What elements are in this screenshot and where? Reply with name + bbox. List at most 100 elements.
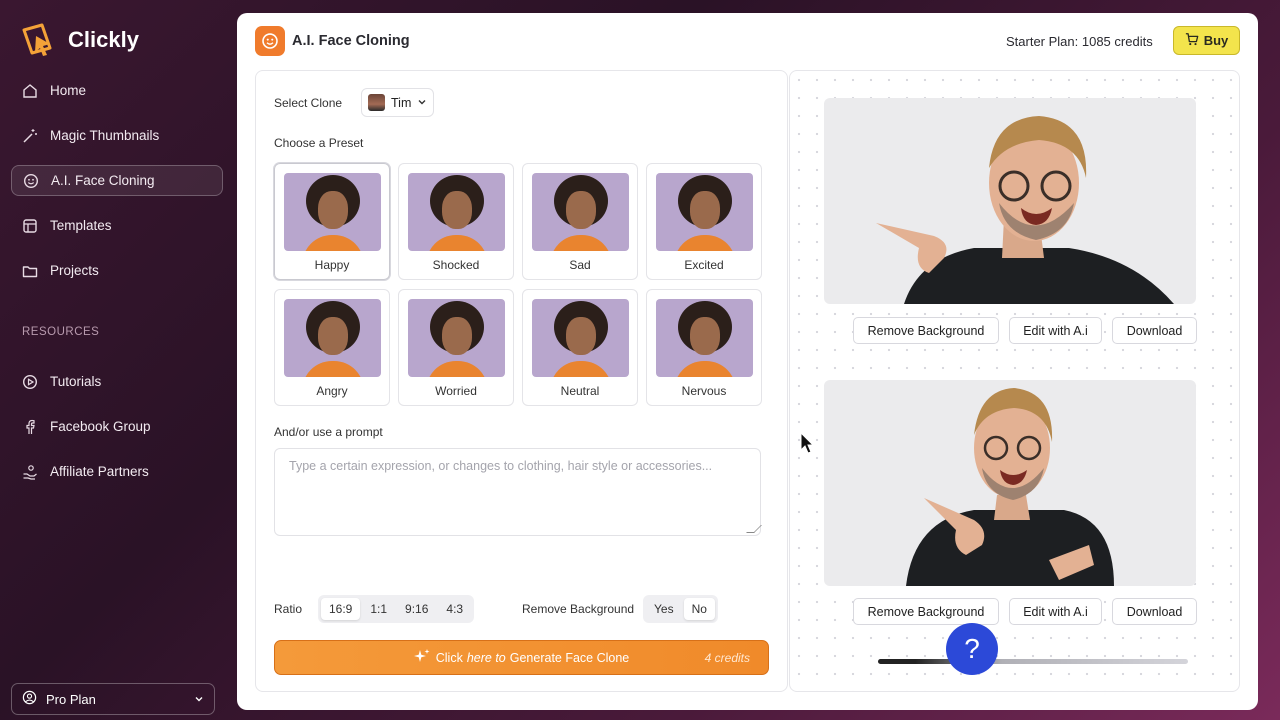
preset-happy[interactable]: Happy — [274, 163, 390, 280]
main-nav: Home Magic Thumbnails A.I. Face Cloning … — [11, 75, 223, 300]
sidebar-item-facebook-group[interactable]: Facebook Group — [11, 411, 223, 442]
remove-bg-yes[interactable]: Yes — [646, 598, 682, 620]
sidebar-item-label: Templates — [50, 218, 112, 233]
page-title: A.I. Face Cloning — [292, 33, 410, 49]
remove-background-button-1[interactable]: Remove Background — [853, 317, 999, 344]
remove-background-label: Remove Background — [522, 602, 635, 616]
result-portrait-2 — [906, 388, 1114, 586]
preset-thumbnail — [284, 173, 381, 251]
result-image-1[interactable] — [824, 98, 1196, 304]
generate-prefix: Click — [435, 650, 463, 665]
ratio-option-1-1[interactable]: 1:1 — [362, 598, 395, 620]
preset-thumbnail — [408, 173, 505, 251]
clone-form-panel: Select Clone Tim Choose a Preset Happy Sh… — [255, 70, 788, 692]
app-name: Clickly — [68, 27, 139, 52]
clone-avatar — [368, 94, 385, 111]
facebook-icon — [22, 419, 38, 435]
ratio-option-9-16[interactable]: 9:16 — [397, 598, 436, 620]
sidebar-item-affiliate-partners[interactable]: Affiliate Partners — [11, 456, 223, 487]
smile-icon — [23, 173, 39, 189]
ratio-option-16-9[interactable]: 16:9 — [321, 598, 361, 620]
sparkle-icon — [413, 648, 430, 667]
download-button-2[interactable]: Download — [1112, 598, 1197, 625]
preset-shocked[interactable]: Shocked — [398, 163, 514, 280]
preset-thumbnail — [656, 173, 753, 251]
preset-nervous[interactable]: Nervous — [646, 289, 762, 406]
prompt-label: And/or use a prompt — [274, 425, 383, 439]
header: A.I. Face Cloning Starter Plan: 1085 cre… — [237, 13, 1258, 69]
mouse-cursor-icon — [800, 431, 816, 461]
sidebar-item-label: Tutorials — [50, 374, 102, 389]
user-circle-icon — [22, 690, 37, 708]
sidebar-item-label: Magic Thumbnails — [50, 128, 160, 143]
resources-nav: Tutorials Facebook Group Affiliate Partn… — [11, 366, 223, 501]
buy-label: Buy — [1203, 33, 1229, 48]
generate-suffix: Generate Face Clone — [509, 650, 630, 665]
preset-sad[interactable]: Sad — [522, 163, 638, 280]
remove-background-toggle: Yes No — [643, 595, 718, 623]
sidebar-item-templates[interactable]: Templates — [11, 210, 223, 241]
layout-icon — [22, 218, 38, 234]
preset-label: Sad — [569, 258, 591, 272]
preset-label: Excited — [684, 258, 724, 272]
face-cloning-app-icon — [255, 26, 285, 56]
preset-label: Worried — [435, 384, 477, 398]
result-image-2[interactable] — [824, 380, 1196, 586]
resize-handle-icon[interactable] — [746, 525, 762, 533]
play-circle-icon — [22, 374, 38, 390]
generate-emph: here to — [466, 650, 506, 665]
credits-status: Starter Plan: 1085 credits — [1006, 34, 1153, 49]
sidebar-item-label: Facebook Group — [50, 419, 151, 434]
sidebar-item-face-cloning[interactable]: A.I. Face Cloning — [11, 165, 223, 196]
preset-label: Choose a Preset — [274, 136, 364, 150]
remove-bg-no[interactable]: No — [683, 598, 715, 620]
prompt-textarea[interactable]: Type a certain expression, or changes to… — [274, 448, 762, 536]
select-clone-label: Select Clone — [274, 96, 343, 110]
cart-icon — [1185, 32, 1199, 49]
question-mark-icon: ? — [964, 633, 980, 664]
ratio-label: Ratio — [274, 602, 303, 616]
sidebar: Clickly Home Magic Thumbnails A.I. Face … — [0, 0, 236, 720]
preset-excited[interactable]: Excited — [646, 163, 762, 280]
preset-label: Neutral — [560, 384, 600, 398]
remove-background-button-2[interactable]: Remove Background — [853, 598, 999, 625]
clickly-logo-icon — [20, 22, 58, 58]
edit-with-ai-button-2[interactable]: Edit with A.i — [1009, 598, 1102, 625]
preset-thumbnail — [656, 299, 753, 377]
sidebar-item-label: A.I. Face Cloning — [51, 173, 155, 188]
magic-wand-icon — [22, 128, 38, 144]
generate-cost: 4 credits — [704, 650, 750, 665]
preset-thumbnail — [532, 299, 629, 377]
result-portrait-1 — [876, 116, 1174, 304]
home-icon — [22, 83, 38, 99]
preset-angry[interactable]: Angry — [274, 289, 390, 406]
preset-thumbnail — [532, 173, 629, 251]
download-button-1[interactable]: Download — [1112, 317, 1197, 344]
sidebar-item-projects[interactable]: Projects — [11, 255, 223, 286]
sidebar-item-magic-thumbnails[interactable]: Magic Thumbnails — [11, 120, 223, 151]
plan-selector[interactable]: Pro Plan — [11, 683, 215, 715]
preset-label: Nervous — [681, 384, 727, 398]
handshake-icon — [22, 464, 38, 480]
sidebar-item-label: Home — [50, 83, 87, 98]
preset-neutral[interactable]: Neutral — [522, 289, 638, 406]
results-panel: Remove Background Edit with A.i Download… — [789, 70, 1240, 692]
logo[interactable]: Clickly — [20, 22, 139, 58]
generate-button[interactable]: Click here to Generate Face Clone 4 cred… — [274, 640, 769, 675]
sidebar-item-tutorials[interactable]: Tutorials — [11, 366, 223, 397]
preset-thumbnail — [408, 299, 505, 377]
help-button[interactable]: ? — [946, 623, 998, 675]
preset-label: Angry — [316, 384, 348, 398]
buy-button[interactable]: Buy — [1173, 26, 1240, 55]
chevron-down-icon — [194, 692, 204, 707]
preset-label: Shocked — [432, 258, 480, 272]
ratio-option-4-3[interactable]: 4:3 — [438, 598, 471, 620]
folder-icon — [22, 263, 38, 279]
preset-worried[interactable]: Worried — [398, 289, 514, 406]
clone-select[interactable]: Tim — [361, 88, 434, 117]
resources-heading: RESOURCES — [22, 326, 100, 338]
sidebar-item-home[interactable]: Home — [11, 75, 223, 106]
edit-with-ai-button-1[interactable]: Edit with A.i — [1009, 317, 1102, 344]
sidebar-item-label: Projects — [50, 263, 99, 278]
prompt-placeholder: Type a certain expression, or changes to… — [289, 459, 713, 473]
